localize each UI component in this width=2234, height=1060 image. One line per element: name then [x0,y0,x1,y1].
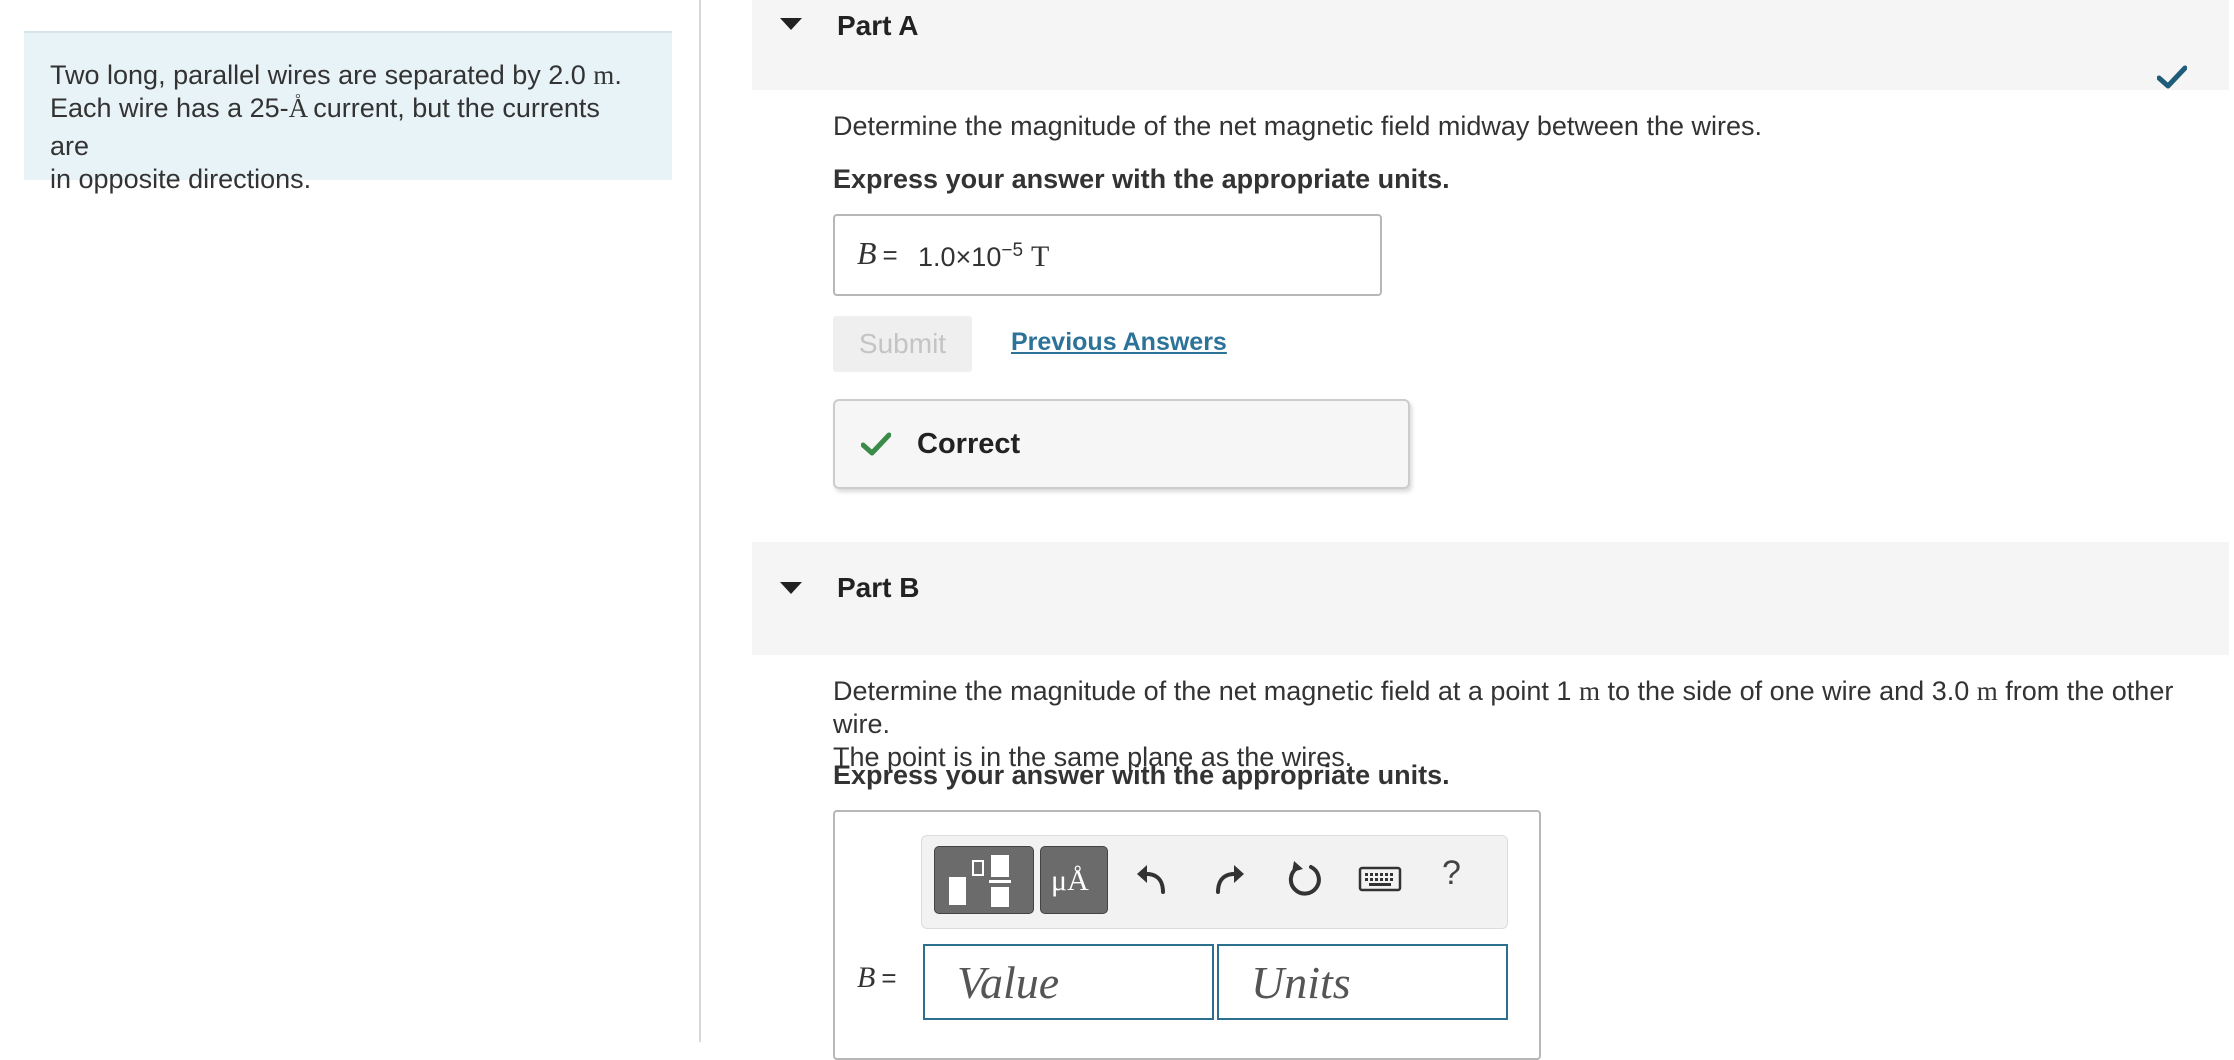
help-icon[interactable]: ? [1442,854,1461,893]
answer-value: 1.0×10−5 T [918,240,1050,273]
part-b-instruction: Express your answer with the appropriate… [833,760,1450,790]
value-input[interactable] [923,944,1214,1020]
answer-label: B = [857,235,898,271]
templates-button[interactable] [934,846,1034,914]
previous-answers-link[interactable]: Previous Answers [1011,328,1227,357]
part-a-question: Determine the magnitude of the net magne… [833,111,1762,141]
part-b-title: Part B [837,572,920,603]
fraction-template-icon [949,855,1011,907]
part-a-title: Part A [837,10,919,41]
part-a-header[interactable]: Part A [752,0,2229,90]
math-toolbar: μÅ ? [921,835,1508,929]
redo-icon[interactable] [1208,858,1250,900]
collapse-caret-icon[interactable] [780,18,802,30]
reset-icon[interactable] [1284,858,1326,900]
units-input[interactable] [1217,944,1508,1020]
submit-button[interactable]: Submit [833,316,972,372]
problem-line-2: Each wire has a 25-A° current, but the c… [50,92,600,161]
problem-statement: Two long, parallel wires are separated b… [24,31,672,194]
keyboard-icon[interactable] [1358,862,1402,896]
units-button[interactable]: μÅ [1040,846,1108,914]
problem-line-3: in opposite directions. [50,164,312,194]
correct-check-icon [861,432,891,456]
answer-label: B = [857,961,897,994]
part-b-header[interactable]: Part B [752,542,2229,655]
panel-divider [699,0,701,1042]
undo-icon[interactable] [1131,858,1173,900]
feedback-box: Correct [833,399,1410,489]
feedback-text: Correct [917,428,1021,460]
part-b-answer-box: μÅ ? B = [833,810,1541,1060]
completed-check-icon [2157,65,2187,89]
part-a-answer-display: B = 1.0×10−5 T [833,214,1382,296]
problem-line-1: Two long, parallel wires are separated b… [50,60,622,90]
collapse-caret-icon[interactable] [780,582,802,594]
part-a-instruction: Express your answer with the appropriate… [833,164,1450,194]
